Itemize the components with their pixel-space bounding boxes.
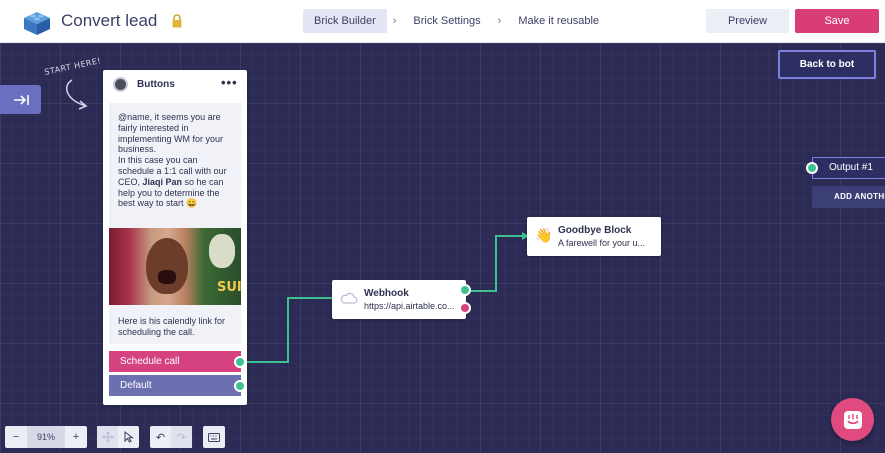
page-title: Convert lead bbox=[61, 11, 158, 30]
block-header: Buttons ••• bbox=[103, 70, 247, 100]
sidebar-toggle-button[interactable] bbox=[0, 85, 41, 114]
chat-icon bbox=[843, 410, 862, 429]
zoom-level: 91% bbox=[27, 426, 65, 448]
message-text: @name, it seems you are fairly intereste… bbox=[118, 112, 236, 209]
step-separator: › bbox=[392, 15, 397, 27]
output-input-port[interactable] bbox=[806, 162, 818, 174]
redo-button[interactable]: ↷ bbox=[171, 426, 192, 448]
lock-icon[interactable] bbox=[171, 14, 183, 28]
webhook-title: Webhook bbox=[364, 288, 409, 299]
chat-support-button[interactable] bbox=[831, 398, 874, 441]
message-text-bold: Jiaqi Pan bbox=[142, 176, 183, 187]
curved-arrow-icon bbox=[66, 79, 88, 110]
default-output-port[interactable] bbox=[234, 380, 246, 392]
waving-hand-icon: 👋 bbox=[535, 227, 553, 243]
zoom-controls: − 91% + bbox=[5, 426, 87, 448]
undo-button[interactable]: ↶ bbox=[150, 426, 171, 448]
top-bar: Convert lead Brick Builder › Brick Setti… bbox=[0, 0, 885, 43]
goodbye-block[interactable]: 👋 Goodbye Block A farewell for your u... bbox=[527, 217, 661, 256]
goodbye-subtitle: A farewell for your u... bbox=[558, 238, 646, 248]
gif-mouth bbox=[158, 270, 176, 284]
preview-button[interactable]: Preview bbox=[706, 9, 789, 33]
caption-text: Here is his calendly link for scheduling… bbox=[118, 316, 226, 337]
step-navigation: Brick Builder › Brick Settings › Make it… bbox=[303, 9, 610, 33]
lego-brick-icon[interactable] bbox=[22, 8, 52, 36]
save-button[interactable]: Save bbox=[795, 9, 879, 33]
zoom-in-button[interactable]: + bbox=[65, 426, 87, 448]
webhook-failure-port[interactable] bbox=[459, 302, 471, 314]
gif-face bbox=[146, 238, 188, 294]
webhook-block[interactable]: Webhook https://api.airtable.co... bbox=[332, 280, 466, 319]
history-tools: ↶ ↷ bbox=[150, 426, 192, 448]
cloud-icon bbox=[340, 292, 358, 304]
buttons-block[interactable]: Buttons ••• @name, it seems you are fair… bbox=[103, 70, 247, 405]
gif-overlay-text: SUI bbox=[217, 280, 241, 295]
step-separator: › bbox=[497, 15, 502, 27]
add-another-button[interactable]: ADD ANOTHER bbox=[812, 186, 885, 208]
gif-skull bbox=[209, 234, 235, 268]
output-block[interactable]: Output #1 ADD ANOTHER bbox=[812, 157, 885, 212]
gif-image: SUI bbox=[109, 228, 241, 305]
step-brick-settings[interactable]: Brick Settings bbox=[402, 9, 491, 33]
schedule-call-button[interactable]: Schedule call bbox=[109, 351, 241, 372]
more-options-icon[interactable]: ••• bbox=[221, 75, 238, 90]
schedule-call-output-port[interactable] bbox=[234, 356, 246, 368]
selection-tools bbox=[97, 426, 139, 448]
step-make-reusable[interactable]: Make it reusable bbox=[507, 9, 610, 33]
pointer-icon[interactable] bbox=[118, 426, 139, 448]
keyboard-icon[interactable] bbox=[203, 426, 225, 448]
output-label: Output #1 bbox=[812, 157, 885, 179]
move-icon[interactable] bbox=[97, 426, 118, 448]
back-to-bot-button[interactable]: Back to bot bbox=[778, 50, 876, 79]
step-brick-builder[interactable]: Brick Builder bbox=[303, 9, 387, 33]
block-title: Buttons bbox=[137, 79, 175, 90]
zoom-out-button[interactable]: − bbox=[5, 426, 27, 448]
default-button[interactable]: Default bbox=[109, 375, 241, 396]
collapse-arrow-icon bbox=[13, 94, 29, 105]
goodbye-title: Goodbye Block bbox=[558, 225, 632, 236]
keyboard-tools bbox=[203, 426, 225, 448]
avatar bbox=[113, 77, 128, 92]
message-text-start: @name, it seems you are fairly intereste… bbox=[118, 112, 227, 187]
webhook-url: https://api.airtable.co... bbox=[364, 301, 455, 311]
start-here-hint: START HERE! bbox=[44, 56, 104, 113]
webhook-success-port[interactable] bbox=[459, 284, 471, 296]
